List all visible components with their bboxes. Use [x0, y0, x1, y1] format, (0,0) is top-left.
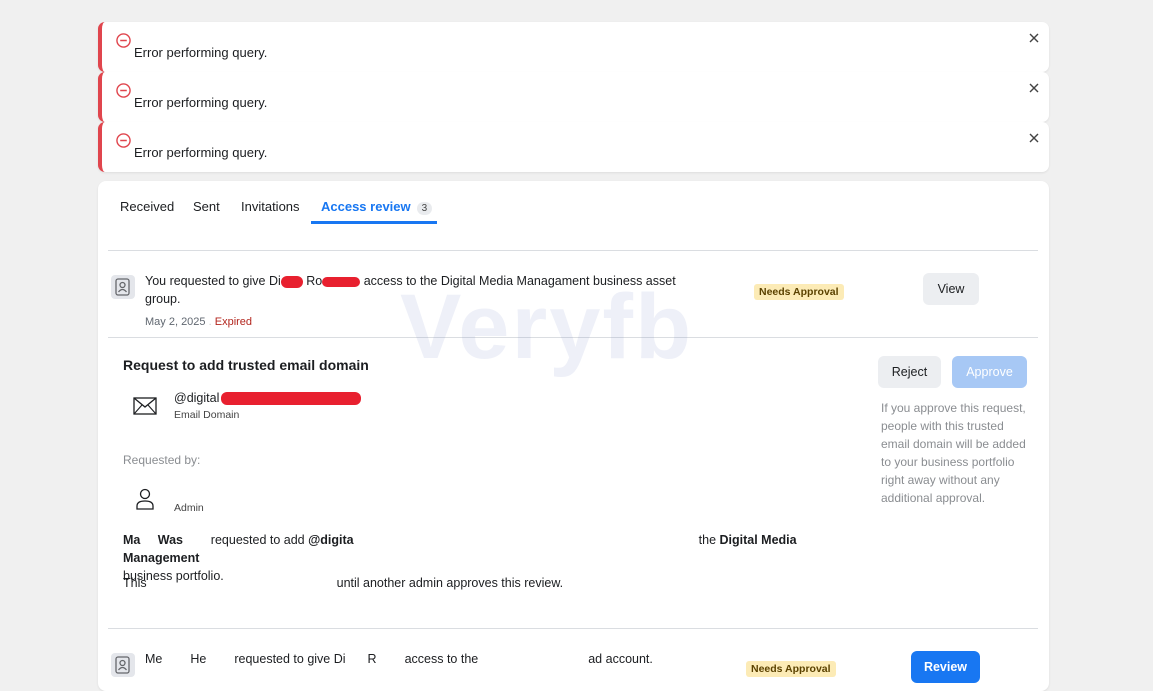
request-3-text-d: R [367, 652, 377, 666]
domain-text: @digital [174, 391, 220, 405]
error-icon [116, 33, 131, 48]
domain-request-title: Request to add trusted email domain [123, 357, 369, 373]
requests-card: Received Sent Invitations Access review 3… [98, 181, 1049, 691]
request-3-text-b: He [190, 652, 207, 666]
request-3-text-e: access to the [404, 652, 479, 666]
divider [108, 337, 1038, 338]
request-1-meta: May 2, 2025 . Expired [145, 316, 253, 328]
ad-account-icon [111, 653, 135, 677]
needs-approval-badge: Needs Approval [746, 661, 836, 677]
redaction-mark [221, 392, 362, 406]
domain-request-note: This until another admin approves this re… [123, 576, 563, 590]
request-3-text-c: requested to give Di [234, 652, 346, 666]
request-1-text: You requested to give Di Ro access to th… [145, 272, 685, 308]
approve-button[interactable]: Approve [952, 356, 1027, 388]
tab-count-badge: 3 [416, 202, 433, 215]
tab-invitations[interactable]: Invitations [241, 199, 300, 214]
request-1-text-b: Ro [306, 274, 323, 288]
redaction-mark [280, 275, 303, 288]
alert-message: Error performing query. [134, 45, 268, 60]
desc-domain: @digita [308, 533, 354, 547]
alert-message: Error performing query. [134, 95, 268, 110]
request-3-text: Me He requested to give Di Raccess to the ad… [145, 650, 745, 668]
divider [108, 628, 1038, 629]
note-this: This [123, 576, 147, 590]
review-button[interactable]: Review [911, 651, 980, 683]
close-icon[interactable] [1027, 131, 1041, 145]
asset-group-icon [111, 275, 135, 299]
error-alert-1: Error performing query. [98, 22, 1049, 72]
request-1-text-a: You requested to give Di [145, 274, 281, 288]
view-button[interactable]: View [923, 273, 979, 305]
divider [108, 250, 1038, 251]
close-icon[interactable] [1027, 81, 1041, 95]
error-icon [116, 83, 131, 98]
request-1-status: Expired [214, 316, 253, 328]
domain-type: Email Domain [174, 409, 240, 421]
desc-action: requested to add [210, 533, 305, 547]
desc-name-b: Was [157, 533, 183, 547]
alert-message: Error performing query. [134, 145, 268, 160]
tab-sent[interactable]: Sent [193, 199, 220, 214]
tab-access-review[interactable]: Access review 3 [321, 199, 433, 215]
active-tab-indicator [311, 221, 437, 224]
approve-help-text: If you approve this request, people with… [881, 401, 1026, 505]
domain-value: @digital [174, 391, 362, 406]
request-3-text-f: ad account. [588, 652, 653, 666]
error-alert-3: Error performing query. [98, 122, 1049, 172]
tab-bar: Received Sent Invitations Access review 3 [98, 181, 1049, 226]
error-icon [116, 133, 131, 148]
request-1-text-d: group. [145, 292, 181, 306]
envelope-icon [133, 397, 157, 415]
tab-received[interactable]: Received [120, 199, 174, 214]
close-icon[interactable] [1027, 31, 1041, 45]
requester-role: Admin [174, 502, 204, 514]
person-icon [136, 488, 154, 510]
requested-by-label: Requested by: [123, 453, 201, 467]
needs-approval-badge: Needs Approval [754, 284, 844, 300]
redaction-mark [322, 276, 361, 287]
tab-access-review-label: Access review [321, 199, 411, 214]
desc-the: the [698, 533, 717, 547]
request-1-text-c: access to the Digital Media Managament b… [363, 274, 676, 288]
error-alert-2: Error performing query. [98, 72, 1049, 122]
request-1-date: May 2, 2025 [145, 316, 206, 328]
reject-button[interactable]: Reject [878, 356, 941, 388]
note-rest: until another admin approves this review… [336, 576, 564, 590]
desc-name-a: Ma [123, 533, 141, 547]
request-3-text-a: Me [145, 652, 163, 666]
